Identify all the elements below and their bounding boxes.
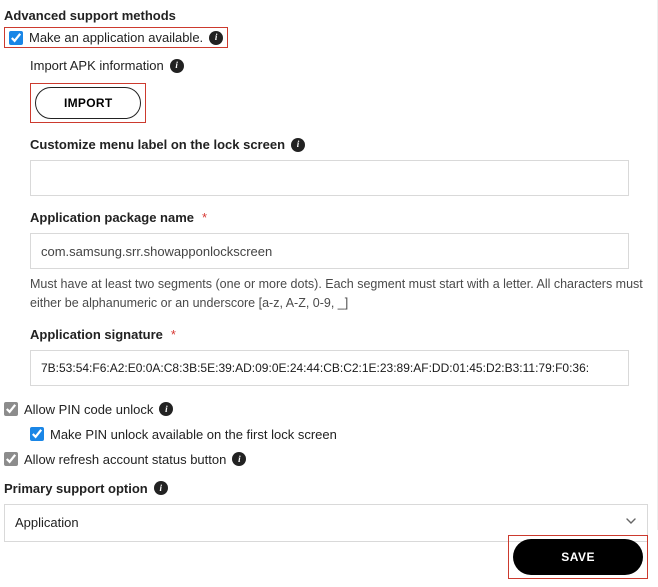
customize-label-text: Customize menu label on the lock screen bbox=[30, 137, 285, 152]
chevron-down-icon bbox=[625, 515, 637, 530]
package-name-label: Application package name * bbox=[30, 210, 654, 225]
package-name-input[interactable] bbox=[30, 233, 629, 269]
signature-label: Application signature * bbox=[30, 327, 654, 342]
info-icon[interactable]: i bbox=[232, 452, 246, 466]
info-icon[interactable]: i bbox=[170, 59, 184, 73]
allow-pin-checkbox[interactable] bbox=[4, 402, 18, 416]
import-button[interactable]: IMPORT bbox=[35, 87, 141, 119]
primary-support-label: Primary support option bbox=[4, 481, 148, 496]
info-icon[interactable]: i bbox=[154, 481, 168, 495]
import-apk-label: Import APK information bbox=[30, 58, 164, 73]
customize-label: Customize menu label on the lock screen … bbox=[30, 137, 654, 152]
pin-first-lock-checkbox[interactable] bbox=[30, 427, 44, 441]
info-icon[interactable]: i bbox=[159, 402, 173, 416]
package-name-label-text: Application package name bbox=[30, 210, 194, 225]
customize-input[interactable] bbox=[30, 160, 629, 196]
highlight-import: IMPORT bbox=[30, 83, 146, 123]
highlight-make-available: Make an application available. i bbox=[4, 27, 228, 48]
package-helper: Must have at least two segments (one or … bbox=[30, 275, 654, 313]
info-icon[interactable]: i bbox=[291, 138, 305, 152]
allow-refresh-checkbox[interactable] bbox=[4, 452, 18, 466]
pin-first-lock-label: Make PIN unlock available on the first l… bbox=[50, 427, 337, 442]
primary-support-value: Application bbox=[15, 515, 79, 530]
required-marker: * bbox=[202, 210, 207, 225]
allow-refresh-label: Allow refresh account status button bbox=[24, 452, 226, 467]
signature-label-text: Application signature bbox=[30, 327, 163, 342]
signature-input[interactable] bbox=[30, 350, 629, 386]
info-icon[interactable]: i bbox=[209, 31, 223, 45]
highlight-save: SAVE bbox=[508, 535, 648, 579]
section-title: Advanced support methods bbox=[4, 8, 654, 23]
save-button[interactable]: SAVE bbox=[513, 539, 643, 575]
allow-pin-label: Allow PIN code unlock bbox=[24, 402, 153, 417]
make-available-label: Make an application available. bbox=[29, 30, 203, 45]
required-marker: * bbox=[171, 327, 176, 342]
make-available-checkbox[interactable] bbox=[9, 31, 23, 45]
